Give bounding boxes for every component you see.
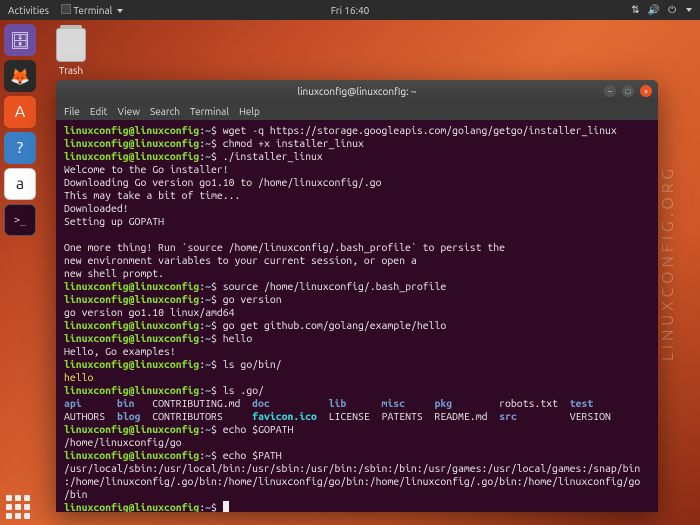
menu-help[interactable]: Help xyxy=(239,106,260,117)
out-hint3: new shell prompt. xyxy=(64,267,164,279)
ls-doc: doc xyxy=(252,397,270,409)
out-hint1: One more thing! Run `source /home/linuxc… xyxy=(64,241,505,253)
ls-license: LICENSE xyxy=(329,410,370,422)
desktop-trash[interactable]: Trash xyxy=(56,28,86,76)
ls-lib: lib xyxy=(329,397,347,409)
chevron-down-icon xyxy=(686,8,692,12)
cursor xyxy=(223,501,229,512)
out-hint2: new environment variables to your curren… xyxy=(64,254,417,266)
activities-button[interactable]: Activities xyxy=(8,5,49,16)
cmd-source: source /home/linuxconfig/.bash_profile xyxy=(223,280,446,292)
cmd-ls-gobin: ls go/bin/ xyxy=(223,358,282,370)
menu-edit[interactable]: Edit xyxy=(90,106,108,117)
show-applications-button[interactable] xyxy=(6,495,30,519)
cmd-ls-go: ls .go/ xyxy=(223,384,264,396)
menu-terminal[interactable]: Terminal xyxy=(190,106,229,117)
cmd-installer: ./installer_linux xyxy=(223,150,323,162)
cmd-hello: hello xyxy=(223,332,252,344)
prompt-userhost: linuxconfig@linuxconfig xyxy=(64,124,199,136)
out-downloaded: Downloaded! xyxy=(64,202,129,214)
cmd-echo-path: echo $PATH xyxy=(223,449,282,461)
window-maximize-button[interactable]: □ xyxy=(622,85,634,97)
ls-patents: PATENTS xyxy=(382,410,423,422)
out-hello: Hello, Go examples! xyxy=(64,345,176,357)
dock-firefox[interactable]: 🦊 xyxy=(4,60,36,92)
ls-blog: blog xyxy=(117,410,141,422)
out-path-2: :/home/linuxconfig/.go/bin:/home/linuxco… xyxy=(64,475,640,487)
window-title: linuxconfig@linuxconfig: ~ xyxy=(56,86,658,97)
ls-contributors: CONTRIBUTORS xyxy=(152,410,223,422)
ls-authors: AUTHORS xyxy=(64,410,105,422)
window-titlebar[interactable]: linuxconfig@linuxconfig: ~ – □ × xyxy=(56,80,658,102)
window-close-button[interactable]: × xyxy=(640,85,652,97)
power-icon: ⏻ xyxy=(668,4,676,16)
ls-favicon: favicon.ico xyxy=(252,410,317,422)
watermark: LINUXCONFIG.ORG xyxy=(659,165,677,361)
trash-label: Trash xyxy=(56,65,86,76)
out-ls-hello: hello xyxy=(64,371,93,383)
ls-misc: misc xyxy=(382,397,406,409)
ls-bin: bin xyxy=(117,397,135,409)
out-goversion: go version go1.10 linux/amd64 xyxy=(64,306,235,318)
ls-test: test xyxy=(570,397,594,409)
out-gopath-val: /home/linuxconfig/go xyxy=(64,436,182,448)
out-path-1: /usr/local/sbin:/usr/local/bin:/usr/sbin… xyxy=(64,462,640,474)
cmd-goversion: go version xyxy=(223,293,282,305)
out-downloading: Downloading Go version go1.10 to /home/l… xyxy=(64,176,382,188)
ls-robots: robots.txt xyxy=(499,397,558,409)
system-status-area[interactable]: ⇅ 🔊 ⏻ xyxy=(631,4,692,16)
cmd-chmod: chmod +x installer_linux xyxy=(223,137,364,149)
out-welcome: Welcome to the Go installer! xyxy=(64,163,229,175)
dock-amazon[interactable]: a xyxy=(4,168,36,200)
out-gopath: Setting up GOPATH xyxy=(64,215,164,227)
menu-file[interactable]: File xyxy=(64,106,80,117)
app-menu-label: Terminal xyxy=(73,5,112,16)
cmd-goget: go get github.com/golang/example/hello xyxy=(223,319,446,331)
clock[interactable]: Fri 16:40 xyxy=(331,5,370,16)
ls-pkg: pkg xyxy=(434,397,452,409)
network-icon: ⇅ xyxy=(631,4,639,16)
app-menu[interactable]: Terminal xyxy=(61,4,123,16)
terminal-menubar: File Edit View Search Terminal Help xyxy=(56,102,658,120)
dock-help[interactable]: ? xyxy=(4,132,36,164)
trash-icon xyxy=(56,28,86,62)
ls-src: src xyxy=(499,410,517,422)
cmd-echo-gopath: echo $GOPATH xyxy=(223,423,294,435)
dock-terminal[interactable]: >_ xyxy=(4,204,36,236)
dock: 🗄 🦊 A ? a >_ xyxy=(4,24,36,236)
cmd-wget: wget -q https://storage.googleapis.com/g… xyxy=(223,124,617,136)
terminal-window: linuxconfig@linuxconfig: ~ – □ × File Ed… xyxy=(56,80,658,512)
ls-version: VERSION xyxy=(570,410,611,422)
ls-contributing: CONTRIBUTING.md xyxy=(152,397,240,409)
window-minimize-button[interactable]: – xyxy=(604,85,616,97)
terminal-body[interactable]: linuxconfig@linuxconfig:~$ wget -q https… xyxy=(56,120,658,512)
menu-view[interactable]: View xyxy=(118,106,140,117)
dock-software[interactable]: A xyxy=(4,96,36,128)
terminal-icon xyxy=(61,4,71,14)
ls-api: api xyxy=(64,397,82,409)
prompt-dollar: $ xyxy=(211,124,223,136)
volume-icon: 🔊 xyxy=(648,4,660,16)
gnome-topbar: Activities Terminal Fri 16:40 ⇅ 🔊 ⏻ xyxy=(0,0,700,20)
out-wait: This may take a bit of time... xyxy=(64,189,240,201)
chevron-down-icon xyxy=(117,9,123,13)
dock-files[interactable]: 🗄 xyxy=(4,24,36,56)
terminal-icon: >_ xyxy=(14,215,26,226)
ls-readme: README.md xyxy=(435,410,488,422)
out-path-3: /bin xyxy=(64,488,88,500)
menu-search[interactable]: Search xyxy=(150,106,180,117)
